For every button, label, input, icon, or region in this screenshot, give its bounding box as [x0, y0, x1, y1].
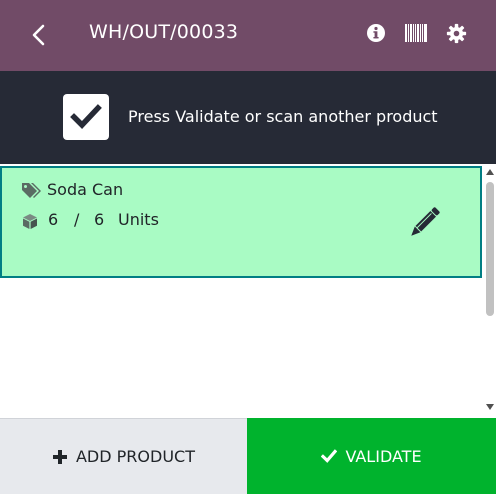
tags-icon [22, 183, 41, 198]
back-arrow-icon[interactable] [26, 20, 52, 50]
move-lines-list: Soda Can 6 / 6 Units [0, 164, 484, 418]
add-product-label: ADD PRODUCT [75, 447, 195, 466]
validated-checkbox [63, 94, 109, 140]
add-product-button[interactable]: ADD PRODUCT [0, 418, 247, 494]
checkmark-icon [70, 104, 102, 129]
move-line-card[interactable]: Soda Can 6 / 6 Units [0, 166, 482, 278]
check-icon [321, 449, 338, 463]
quantity: 6 / 6 Units [48, 210, 159, 229]
product-name: Soda Can [47, 180, 124, 199]
qty-total: 6 [94, 210, 105, 229]
qty-done: 6 [48, 210, 59, 229]
scroll-up-arrow-icon[interactable] [486, 169, 494, 175]
info-icon[interactable] [366, 23, 386, 43]
page-title: WH/OUT/00033 [89, 21, 239, 43]
validate-label: VALIDATE [345, 446, 422, 466]
status-banner: Press Validate or scan another product [0, 71, 496, 164]
gear-icon[interactable] [446, 23, 467, 44]
qty-uom: Units [118, 210, 159, 229]
banner-message: Press Validate or scan another product [128, 107, 438, 126]
validate-button[interactable]: VALIDATE [247, 418, 496, 494]
cube-icon [23, 214, 37, 229]
scroll-thumb[interactable] [486, 182, 494, 316]
scroll-down-arrow-icon[interactable] [486, 404, 494, 410]
qty-separator: / [74, 210, 80, 229]
scrollbar[interactable] [484, 164, 496, 418]
pencil-icon[interactable] [406, 205, 442, 241]
top-bar: WH/OUT/00033 [0, 0, 496, 71]
plus-icon [52, 449, 67, 464]
barcode-icon[interactable] [405, 23, 427, 43]
